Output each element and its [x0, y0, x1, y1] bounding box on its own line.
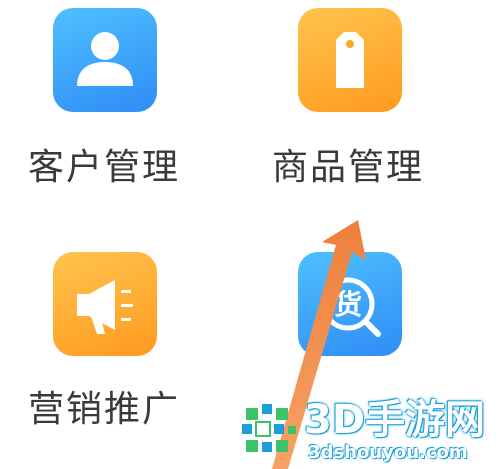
customer-management-button[interactable]: [53, 8, 157, 112]
product-management-button[interactable]: [298, 8, 402, 112]
app-menu-screen: 客户管理 商品管理 营销推广 货 3D手游网 3dshouyou.com: [0, 0, 500, 469]
watermark-logo-icon: [242, 404, 296, 452]
goods-char: 货: [334, 288, 362, 321]
watermark-title: 3D手游网: [304, 397, 486, 443]
goods-search-icon: 货: [321, 277, 381, 337]
marketing-promotion-button[interactable]: [53, 252, 157, 356]
marketing-promotion-label[interactable]: 营销推广: [28, 392, 180, 428]
site-watermark: 3D手游网 3dshouyou.com: [238, 398, 500, 469]
product-management-label[interactable]: 商品管理: [272, 150, 424, 186]
customer-person-icon: [77, 32, 133, 86]
goods-search-button[interactable]: 货: [298, 252, 402, 356]
megaphone-icon: [77, 280, 133, 334]
customer-management-label[interactable]: 客户管理: [28, 150, 180, 186]
watermark-url: 3dshouyou.com: [308, 442, 468, 463]
product-tag-icon: [336, 32, 364, 88]
